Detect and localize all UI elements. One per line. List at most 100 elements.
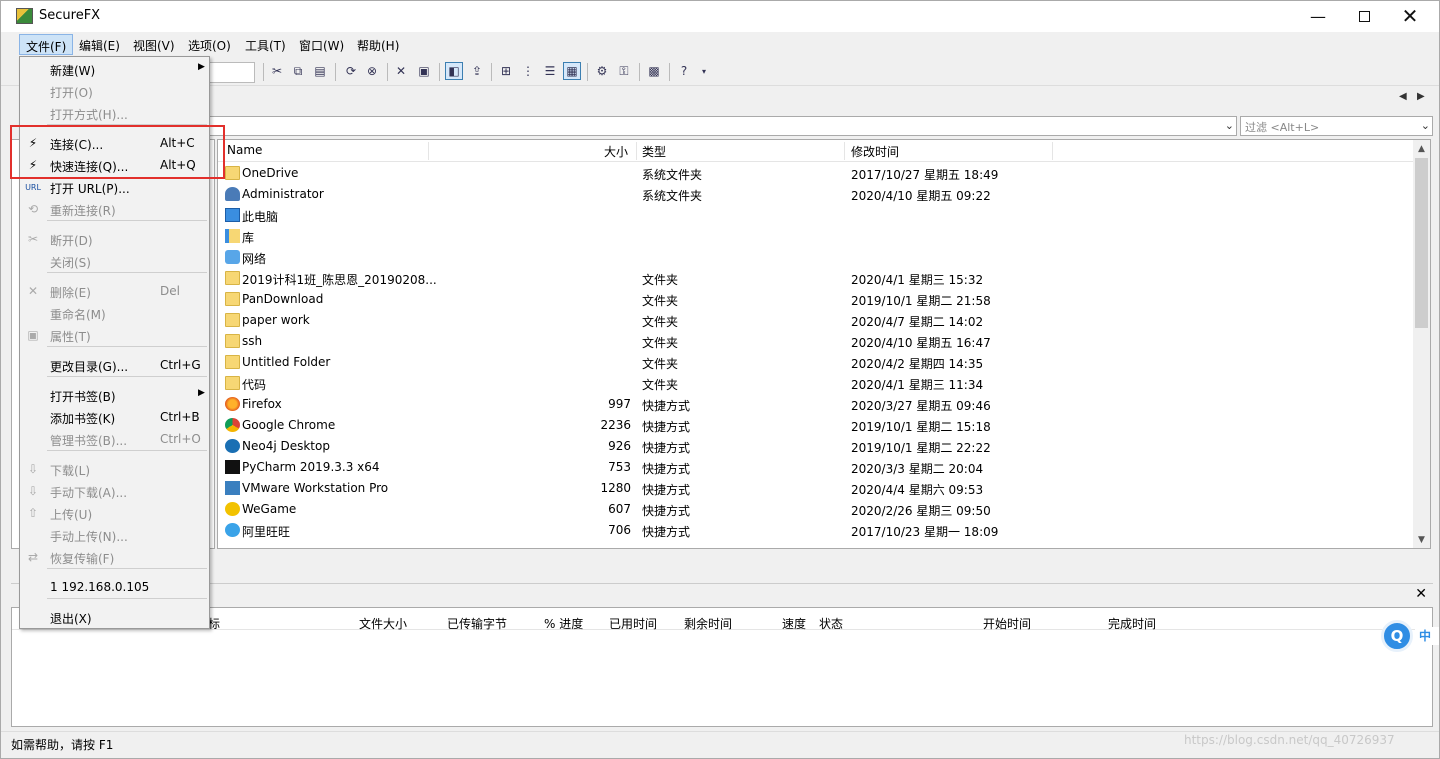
toolbar-overflow-icon[interactable]: ▾ (695, 62, 713, 80)
menu-item[interactable]: 关闭(S) (20, 250, 209, 272)
close-window-button[interactable]: ✕ (1387, 1, 1433, 31)
menu-item[interactable]: ⇄ 恢复传输(F) (20, 546, 209, 568)
file-row[interactable]: Neo4j Desktop 926 快捷方式 2019/10/1 星期二 22:22 (218, 436, 1414, 457)
column-name[interactable]: Name (227, 143, 262, 157)
scroll-down-icon[interactable]: ▼ (1413, 531, 1430, 548)
paste-icon[interactable]: ▤ (311, 62, 329, 80)
session-manager-icon[interactable]: ⚙ (593, 62, 611, 80)
menu-item[interactable]: 添加书签(K) Ctrl+B (20, 406, 209, 428)
help-icon[interactable]: ? (675, 62, 693, 80)
details-view-icon[interactable]: ▦ (563, 62, 581, 80)
file-row[interactable]: PanDownload 文件夹 2019/10/1 星期二 21:58 (218, 289, 1414, 310)
scroll-up-icon[interactable]: ▲ (1413, 140, 1430, 157)
file-row[interactable]: paper work 文件夹 2020/4/7 星期二 14:02 (218, 310, 1414, 331)
file-row[interactable]: OneDrive 系统文件夹 2017/10/27 星期五 18:49 (218, 163, 1414, 184)
menu-window[interactable]: 窗口(W) (293, 34, 350, 55)
column-separator[interactable] (844, 142, 845, 160)
large-icons-view-icon[interactable]: ⊞ (497, 62, 515, 80)
column-separator[interactable] (636, 142, 637, 160)
column-size[interactable]: 大小 (604, 143, 628, 160)
menu-item[interactable]: ⟲ 重新连接(R) (20, 198, 209, 220)
menu-view[interactable]: 视图(V) (127, 34, 181, 55)
file-list[interactable]: Name 大小 类型 修改时间 OneDrive 系统文件夹 2017/10/27 … (217, 139, 1431, 549)
options-icon[interactable]: ▩ (645, 62, 663, 80)
file-row[interactable]: 阿里旺旺 706 快捷方式 2017/10/23 星期一 18:09 (218, 520, 1414, 541)
ime-indicator[interactable]: Q 中 (1381, 620, 1439, 652)
menu-item[interactable]: ⇧ 上传(U) (20, 502, 209, 524)
chevron-down-icon[interactable]: ⌄ (1421, 119, 1430, 132)
file-row[interactable]: WeGame 607 快捷方式 2020/2/26 星期三 09:50 (218, 499, 1414, 520)
file-row[interactable]: 此电脑 (218, 205, 1414, 226)
menu-item[interactable]: ⇩ 手动下载(A)... (20, 480, 209, 502)
file-row[interactable]: VMware Workstation Pro 1280 快捷方式 2020/4/4 星… (218, 478, 1414, 499)
tab-scroll-left-icon[interactable]: ◀ (1399, 91, 1407, 102)
menu-item[interactable]: 重命名(M) (20, 302, 209, 324)
file-row[interactable]: Firefox 997 快捷方式 2020/3/27 星期五 09:46 (218, 394, 1414, 415)
transfer-queue[interactable]: 标 文件大小 已传输字节 % 进度 已用时间 剩余时间 速度 状态 开始时间 完… (11, 607, 1434, 727)
file-list-scrollbar[interactable]: ▲ ▼ (1413, 140, 1430, 548)
queue-column-start-time[interactable]: 开始时间 (983, 615, 1031, 632)
queue-column-finish-time[interactable]: 完成时间 (1108, 615, 1156, 632)
menu-item[interactable]: 新建(W) ▶ (20, 58, 209, 80)
queue-column-status[interactable]: 状态 (819, 615, 843, 632)
file-row[interactable]: PyCharm 2019.3.3 x64 753 快捷方式 2020/3/3 星期二 … (218, 457, 1414, 478)
stop-icon[interactable]: ⊗ (363, 62, 381, 80)
close-icon[interactable]: ✕ (1415, 586, 1427, 602)
menu-tools[interactable]: 工具(T) (239, 34, 292, 55)
column-modified[interactable]: 修改时间 (851, 143, 899, 160)
menu-options[interactable]: 选项(O) (182, 34, 237, 55)
menu-file[interactable]: 文件(F) (19, 34, 74, 55)
queue-column-elapsed[interactable]: 已用时间 (609, 615, 657, 632)
column-separator[interactable] (428, 142, 429, 160)
file-list-header: Name 大小 类型 修改时间 (218, 140, 1414, 162)
folder-tree-view-icon[interactable]: ◧ (445, 62, 463, 80)
queue-column-remaining[interactable]: 剩余时间 (684, 615, 732, 632)
properties-icon[interactable]: ▣ (415, 62, 433, 80)
menu-item[interactable]: 管理书签(B)... Ctrl+O (20, 428, 209, 450)
menu-item[interactable]: 打开(O) (20, 80, 209, 102)
menu-item[interactable]: 1 192.168.0.105 (20, 576, 209, 598)
cut-icon[interactable]: ✂ (268, 62, 286, 80)
filter-input[interactable]: 过滤 <Alt+L> ⌄ (1240, 116, 1433, 136)
delete-icon[interactable]: ✕ (392, 62, 410, 80)
path-combobox[interactable]: ⌄ (209, 116, 1237, 136)
queue-column-progress[interactable]: % 进度 (544, 615, 583, 632)
queue-column-speed[interactable]: 速度 (782, 615, 806, 632)
menu-item[interactable]: 手动上传(N)... (20, 524, 209, 546)
file-row[interactable]: Administrator 系统文件夹 2020/4/10 星期五 09:22 (218, 184, 1414, 205)
file-row[interactable]: 2019计科1班_陈思恩_20190208... 文件夹 2020/4/1 星期三 … (218, 268, 1414, 289)
menu-edit[interactable]: 编辑(E) (73, 34, 126, 55)
toolbar-session-input[interactable] (209, 62, 255, 83)
scrollbar-thumb[interactable] (1415, 158, 1428, 328)
file-row[interactable]: 网络 (218, 247, 1414, 268)
go-up-icon[interactable]: ⇪ (468, 62, 486, 80)
menu-item[interactable]: 打开书签(B) ▶ (20, 384, 209, 406)
copy-icon[interactable]: ⧉ (289, 62, 307, 80)
file-row[interactable]: Untitled Folder 文件夹 2020/4/2 星期四 14:35 (218, 352, 1414, 373)
file-row[interactable]: Google Chrome 2236 快捷方式 2019/10/1 星期二 15:18 (218, 415, 1414, 436)
maximize-button[interactable] (1341, 1, 1387, 31)
file-row[interactable]: ssh 文件夹 2020/4/10 星期五 16:47 (218, 331, 1414, 352)
menu-item[interactable]: ✂ 断开(D) (20, 228, 209, 250)
column-separator[interactable] (1052, 142, 1053, 160)
menu-item[interactable]: 退出(X) (20, 606, 209, 628)
chevron-down-icon[interactable]: ⌄ (1225, 119, 1234, 132)
queue-column-file-size[interactable]: 文件大小 (359, 615, 407, 632)
key-icon[interactable]: ⚿ (615, 62, 633, 80)
menu-item[interactable]: 打开方式(H)... (20, 102, 209, 124)
menu-item[interactable]: URL 打开 URL(P)... (20, 176, 209, 198)
file-row[interactable]: 代码 文件夹 2020/4/1 星期三 11:34 (218, 373, 1414, 394)
refresh-icon[interactable]: ⟳ (342, 62, 360, 80)
tab-scroll-right-icon[interactable]: ▶ (1417, 91, 1425, 102)
column-type[interactable]: 类型 (642, 143, 666, 160)
menu-item[interactable]: ⇩ 下载(L) (20, 458, 209, 480)
minimize-button[interactable]: — (1295, 1, 1341, 31)
file-row[interactable]: 库 (218, 226, 1414, 247)
queue-column-bytes-transferred[interactable]: 已传输字节 (447, 615, 507, 632)
small-icons-view-icon[interactable]: ⋮ (519, 62, 537, 80)
menu-help[interactable]: 帮助(H) (351, 34, 405, 55)
menu-item[interactable]: 更改目录(G)... Ctrl+G (20, 354, 209, 376)
menu-item[interactable]: ▣ 属性(T) (20, 324, 209, 346)
menu-item[interactable]: ✕ 删除(E) Del (20, 280, 209, 302)
list-view-icon[interactable]: ☰ (541, 62, 559, 80)
